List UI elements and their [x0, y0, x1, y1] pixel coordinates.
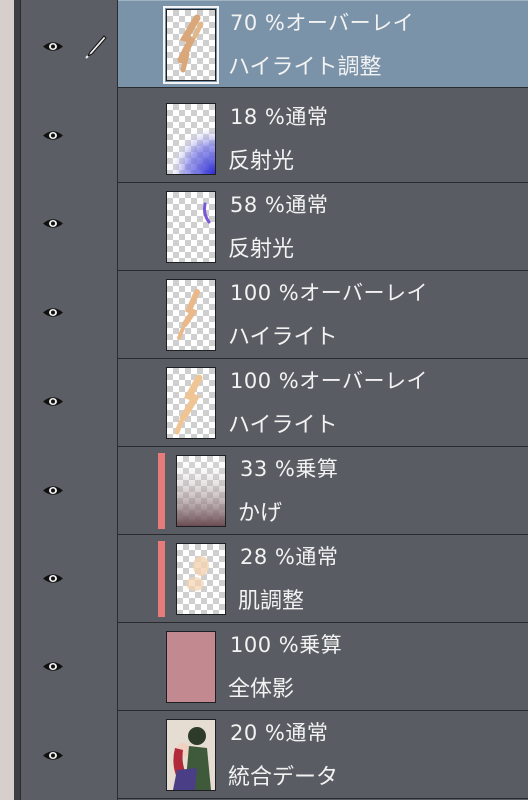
- layer-blend-mode: 20 %通常: [230, 721, 329, 745]
- shadow-gradient-image: [177, 456, 225, 526]
- layer-blend-mode: 100 %乗算: [230, 633, 343, 657]
- layer-thumbnail: [176, 543, 226, 615]
- layer-blend-mode: 18 %通常: [230, 105, 329, 129]
- layer-name: 反射光: [228, 237, 295, 262]
- eye-icon[interactable]: [42, 129, 64, 142]
- canvas-edge-strip: [0, 0, 20, 800]
- blue-glow-image: [167, 124, 215, 174]
- layer-thumbnail: [176, 455, 226, 527]
- layer-row[interactable]: 18 %通常 反射光: [118, 95, 528, 183]
- highlight-strokes-image: [174, 374, 203, 435]
- skin-blobs-image: [186, 556, 209, 591]
- layer-row[interactable]: 20 %通常 統合データ: [118, 711, 528, 799]
- layer-row[interactable]: 100 %オーバーレイ ハイライト: [118, 359, 528, 447]
- layer-row[interactable]: 58 %通常 反射光: [118, 183, 528, 271]
- eye-icon[interactable]: [42, 660, 64, 673]
- layer-name: 反射光: [228, 149, 295, 174]
- eye-icon[interactable]: [42, 40, 64, 53]
- layer-thumbnail: [163, 6, 219, 84]
- layer-thumbnail: [166, 719, 216, 791]
- clipping-indicator: [158, 541, 165, 617]
- layer-name: 統合データ: [228, 765, 339, 790]
- layer-blend-mode: 100 %オーバーレイ: [230, 369, 429, 393]
- layer-name: 全体影: [228, 677, 295, 702]
- layer-blend-mode: 100 %オーバーレイ: [230, 281, 429, 305]
- eye-icon[interactable]: [42, 749, 64, 762]
- layer-list: 70 %オーバーレイ ハイライト調整 18 %通常 反射光 58 %通常 反射光: [118, 0, 528, 800]
- layer-row[interactable]: 28 %通常 肌調整: [118, 535, 528, 623]
- layer-thumbnail: [166, 279, 216, 351]
- eye-icon[interactable]: [42, 306, 64, 319]
- layer-thumbnail: [166, 631, 216, 703]
- layer-blend-mode: 70 %オーバーレイ: [230, 11, 415, 35]
- layer-blend-mode: 58 %通常: [230, 193, 329, 217]
- edit-indicator-column: [77, 0, 118, 800]
- clipping-indicator: [158, 453, 165, 529]
- layer-name: ハイライト: [228, 325, 338, 350]
- eye-icon[interactable]: [42, 484, 64, 497]
- character-art-image: [167, 720, 215, 790]
- purple-mark-image: [203, 202, 211, 224]
- highlight-strokes-image: [177, 289, 200, 340]
- layer-blend-mode: 28 %通常: [240, 545, 339, 569]
- layer-thumbnail: [166, 191, 216, 263]
- layer-name: かげ: [238, 501, 283, 526]
- layer-row[interactable]: 33 %乗算 かげ: [118, 447, 528, 535]
- layer-row[interactable]: 100 %乗算 全体影: [118, 623, 528, 711]
- layer-name: ハイライト調整: [228, 55, 382, 80]
- layer-blend-mode: 33 %乗算: [240, 457, 339, 481]
- layer-name: ハイライト: [228, 413, 338, 438]
- eye-icon[interactable]: [42, 395, 64, 408]
- layer-thumbnail: [166, 103, 216, 175]
- eye-icon[interactable]: [42, 217, 64, 230]
- highlight-strokes-image: [177, 14, 204, 73]
- layer-thumbnail: [166, 367, 216, 439]
- eye-icon[interactable]: [42, 572, 64, 585]
- layer-row[interactable]: 100 %オーバーレイ ハイライト: [118, 271, 528, 359]
- pen-icon: [85, 35, 107, 59]
- layer-name: 肌調整: [238, 589, 305, 614]
- layer-row[interactable]: 70 %オーバーレイ ハイライト調整: [118, 0, 528, 88]
